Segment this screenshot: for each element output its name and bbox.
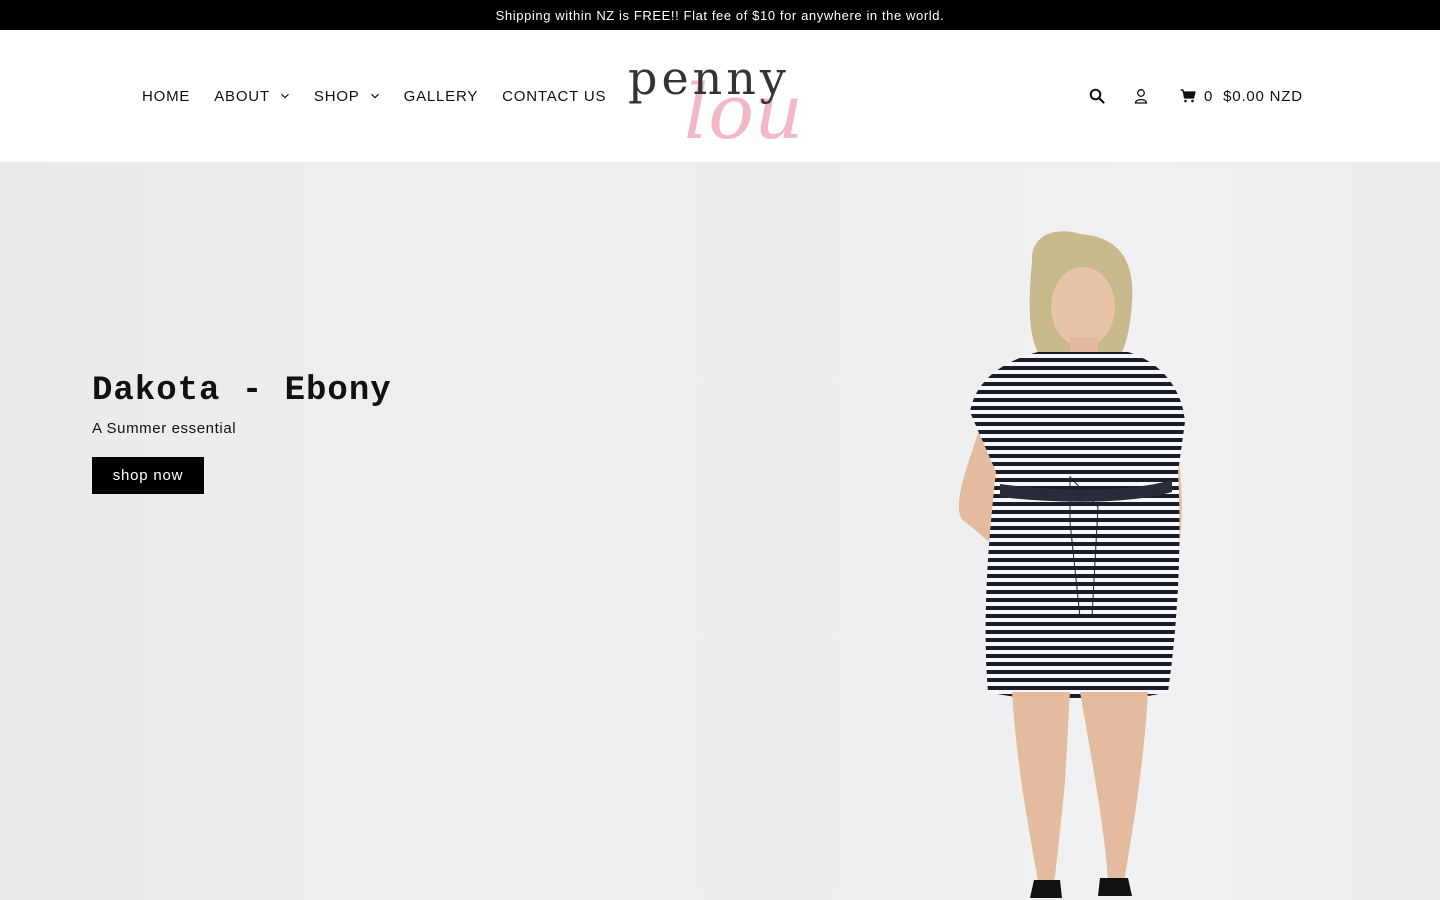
shop-now-button[interactable]: shop now — [92, 457, 204, 494]
chevron-down-icon — [280, 93, 289, 99]
user-icon[interactable] — [1132, 87, 1150, 105]
nav-about-label: ABOUT — [214, 87, 270, 105]
nav-home[interactable]: HOME — [142, 88, 190, 105]
nav-contact[interactable]: CONTACT US — [502, 88, 606, 105]
cart-count: 0 — [1204, 87, 1214, 105]
site-header: HOME ABOUT SHOP GALLERY CONTACT US lou p… — [0, 30, 1440, 162]
hero-banner: Dakota - Ebony A Summer essential shop n… — [0, 162, 1440, 900]
cart-icon — [1180, 89, 1196, 103]
logo-penny: penny — [628, 51, 790, 105]
nav-shop-label: SHOP — [313, 87, 360, 105]
cart-button[interactable]: 0 $0.00 NZD — [1180, 88, 1303, 105]
header-tools: 0 $0.00 NZD — [1088, 30, 1303, 162]
hero-title: Dakota - Ebony — [92, 372, 392, 410]
nav-about[interactable]: ABOUT — [214, 88, 290, 105]
nav-shop[interactable]: SHOP — [314, 88, 380, 105]
announcement-bar: Shipping within NZ is FREE!! Flat fee of… — [0, 0, 1440, 30]
announcement-text: Shipping within NZ is FREE!! Flat fee of… — [495, 7, 945, 23]
cart-total: $0.00 NZD — [1223, 87, 1303, 105]
nav-home-label: HOME — [142, 87, 191, 105]
main-nav: HOME ABOUT SHOP GALLERY CONTACT US — [142, 30, 630, 162]
chevron-down-icon — [370, 93, 379, 99]
hero-subtitle: A Summer essential — [92, 420, 237, 437]
site-logo[interactable]: lou penny — [628, 38, 814, 156]
model-photo — [958, 231, 1185, 898]
nav-contact-label: CONTACT US — [502, 87, 607, 105]
nav-gallery[interactable]: GALLERY — [404, 88, 479, 105]
nav-gallery-label: GALLERY — [403, 87, 479, 105]
search-icon[interactable] — [1088, 87, 1106, 105]
